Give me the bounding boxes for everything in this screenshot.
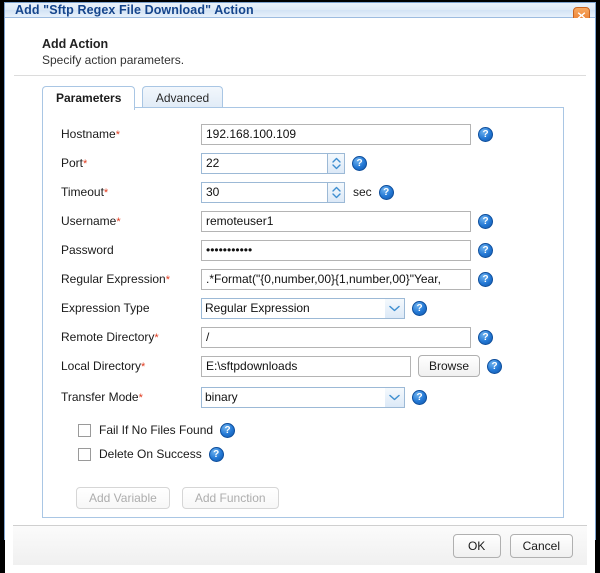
help-icon-port[interactable]: ? <box>352 156 367 171</box>
timeout-spinner-buttons[interactable] <box>327 183 344 202</box>
delete-on-success-label: Delete On Success <box>99 447 202 461</box>
checkbox-row-delete-on-success: Delete On Success ? <box>43 443 563 465</box>
help-icon-password[interactable]: ? <box>478 243 493 258</box>
required-marker: * <box>116 129 120 141</box>
help-icon-local-directory[interactable]: ? <box>487 359 502 374</box>
field-row-expression-type: Expression Type Regular Expression ? <box>43 296 563 320</box>
expression-type-select-wrap[interactable]: Regular Expression <box>201 298 405 319</box>
panel-spacer <box>14 518 586 524</box>
dialog-footer: OK Cancel <box>13 525 587 565</box>
help-icon-remote-directory[interactable]: ? <box>478 330 493 345</box>
fail-if-no-files-found-label: Fail If No Files Found <box>99 423 213 437</box>
port-stepper[interactable] <box>201 153 345 174</box>
expression-type-select[interactable]: Regular Expression <box>201 298 405 319</box>
hostname-input[interactable] <box>201 124 471 145</box>
timeout-unit-label: sec <box>353 185 372 199</box>
remote-directory-input[interactable] <box>201 327 471 348</box>
dialog-titlebar: Add "Sftp Regex File Download" Action <box>5 3 595 18</box>
tab-parameters[interactable]: Parameters <box>42 86 135 110</box>
field-row-hostname: Hostname* ? <box>43 122 563 146</box>
dialog-window: Add "Sftp Regex File Download" Action Ad… <box>4 2 596 540</box>
add-variable-button[interactable]: Add Variable <box>76 487 170 509</box>
help-icon-hostname[interactable]: ? <box>478 127 493 142</box>
field-row-regular-expression: Regular Expression* ? <box>43 267 563 291</box>
label-transfer-mode: Transfer Mode* <box>61 390 201 404</box>
label-username: Username* <box>61 214 201 228</box>
local-directory-input[interactable] <box>201 356 411 377</box>
transfer-mode-select[interactable]: binary <box>201 387 405 408</box>
help-icon-transfer-mode[interactable]: ? <box>412 390 427 405</box>
help-icon-username[interactable]: ? <box>478 214 493 229</box>
fail-if-no-files-found-checkbox[interactable] <box>78 424 91 437</box>
timeout-input[interactable] <box>201 182 345 203</box>
password-input[interactable] <box>201 240 471 261</box>
label-remote-directory: Remote Directory* <box>61 330 201 344</box>
add-function-button[interactable]: Add Function <box>182 487 279 509</box>
label-expression-type: Expression Type <box>61 301 201 315</box>
label-timeout: Timeout* <box>61 185 201 199</box>
ok-button[interactable]: OK <box>453 534 501 558</box>
label-password: Password <box>61 243 201 257</box>
help-icon-delete-on-success[interactable]: ? <box>209 447 224 462</box>
dialog-content: Add Action Specify action parameters. Pa… <box>13 24 587 525</box>
tab-bar: Parameters Advanced <box>14 76 586 108</box>
port-spinner-buttons[interactable] <box>327 154 344 173</box>
action-buttons-group: Add Variable Add Function <box>43 467 563 509</box>
help-icon-expression-type[interactable]: ? <box>412 301 427 316</box>
field-row-port: Port* ? <box>43 151 563 175</box>
field-row-password: Password ? <box>43 238 563 262</box>
regular-expression-input[interactable] <box>201 269 471 290</box>
field-row-local-directory: Local Directory* Browse ? <box>43 354 563 378</box>
label-port: Port* <box>61 156 201 170</box>
field-row-username: Username* ? <box>43 209 563 233</box>
field-row-remote-directory: Remote Directory* ? <box>43 325 563 349</box>
cancel-button[interactable]: Cancel <box>510 534 573 558</box>
checkbox-row-fail-if-no-files-found: Fail If No Files Found ? <box>43 419 563 441</box>
username-input[interactable] <box>201 211 471 232</box>
page-title: Add Action <box>42 37 586 51</box>
timeout-stepper[interactable] <box>201 182 345 203</box>
label-hostname: Hostname* <box>61 127 201 141</box>
browse-button[interactable]: Browse <box>418 355 480 377</box>
transfer-mode-select-wrap[interactable]: binary <box>201 387 405 408</box>
field-row-transfer-mode: Transfer Mode* binary ? <box>43 385 563 409</box>
delete-on-success-checkbox[interactable] <box>78 448 91 461</box>
port-input[interactable] <box>201 153 345 174</box>
help-icon-timeout[interactable]: ? <box>379 185 394 200</box>
help-icon-fail-if-no-files-found[interactable]: ? <box>220 423 235 438</box>
header-block: Add Action Specify action parameters. <box>14 25 586 76</box>
dialog-body: Add Action Specify action parameters. Pa… <box>5 18 595 573</box>
parameters-panel: Hostname* ? Port* <box>42 107 564 518</box>
label-regular-expression: Regular Expression* <box>61 272 201 286</box>
dialog-title: Add "Sftp Regex File Download" Action <box>5 3 254 17</box>
label-local-directory: Local Directory* <box>61 359 201 373</box>
help-icon-regular-expression[interactable]: ? <box>478 272 493 287</box>
field-row-timeout: Timeout* sec ? <box>43 180 563 204</box>
page-subtitle: Specify action parameters. <box>42 53 586 67</box>
